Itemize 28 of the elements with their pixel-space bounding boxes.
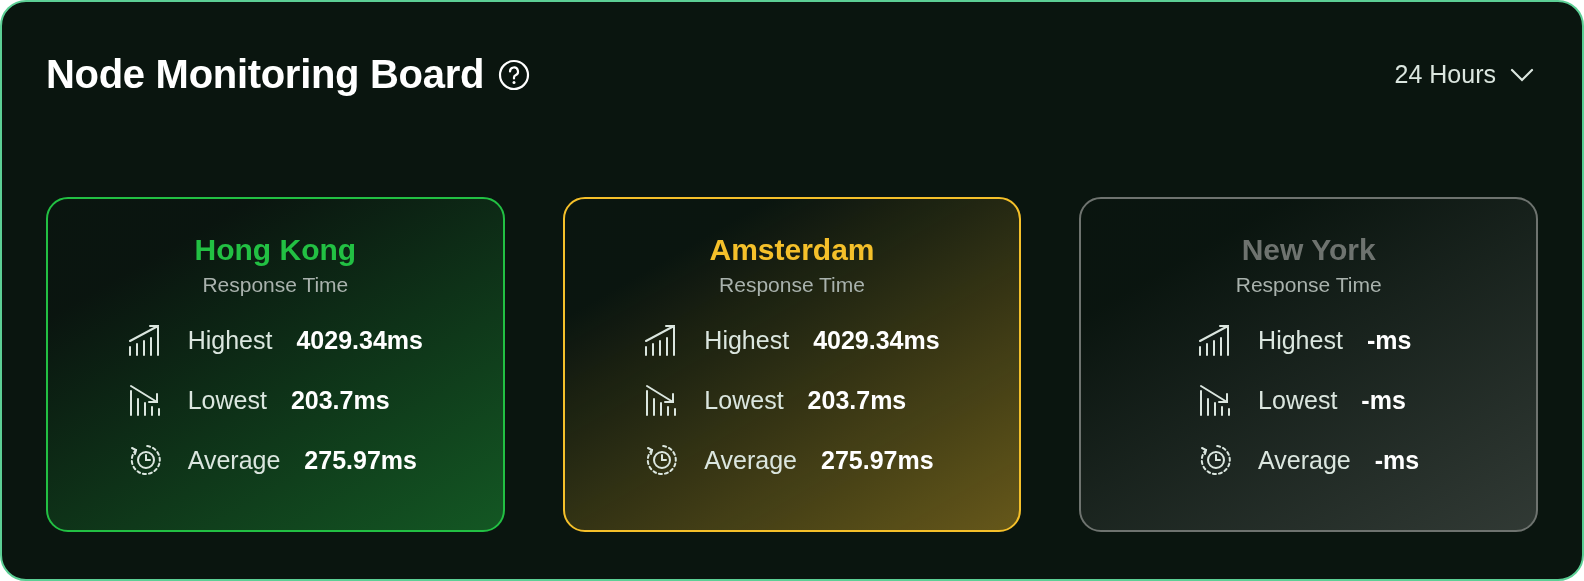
stat-value: -ms (1361, 385, 1406, 415)
stat-value: 275.97ms (821, 445, 934, 475)
stat-value: 203.7ms (290, 385, 390, 415)
node-name: Amsterdam (709, 233, 875, 267)
stat-value: -ms (1366, 325, 1412, 355)
stat-label: Highest (187, 325, 273, 355)
card-subtitle: Response Time (719, 273, 865, 297)
node-name: Hong Kong (194, 233, 357, 267)
time-range-dropdown[interactable]: 24 Hours (1390, 60, 1538, 89)
help-icon[interactable] (498, 58, 531, 91)
card-subtitle: Response Time (202, 273, 349, 297)
stat-label: Average (187, 445, 281, 475)
stat-label: Average (704, 445, 798, 475)
stat-label: Lowest (187, 385, 267, 415)
stat-label: Lowest (1258, 385, 1338, 415)
stat-label: Average (1258, 445, 1351, 475)
stat-value: -ms (1374, 445, 1420, 475)
board-title: Node Monitoring Board (46, 52, 485, 97)
node-name: New York (1241, 233, 1376, 267)
stat-value: 4029.34ms (813, 325, 940, 355)
stat-value: 4029.34ms (296, 325, 423, 355)
stat-label: Lowest (704, 385, 784, 415)
stat-label: Highest (704, 325, 790, 355)
card-subtitle: Response Time (1235, 273, 1382, 297)
chevron-down-icon (1510, 67, 1534, 82)
stat-label: Highest (1258, 325, 1343, 355)
stat-value: 275.97ms (304, 445, 417, 475)
stat-value: 203.7ms (807, 385, 907, 415)
